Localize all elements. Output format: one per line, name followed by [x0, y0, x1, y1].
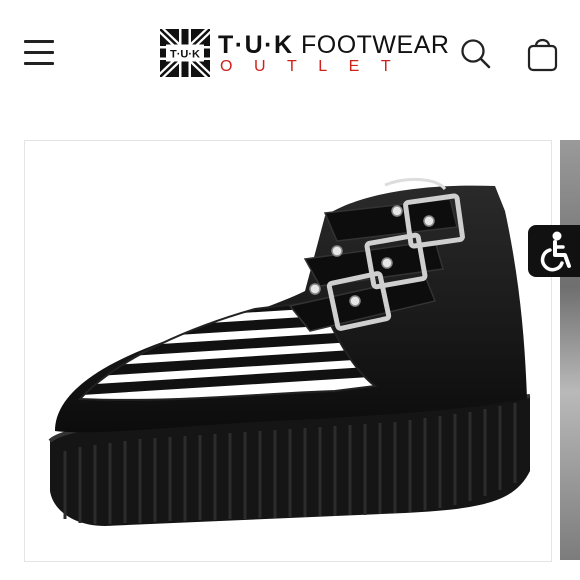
hamburger-menu-icon[interactable]: [22, 36, 56, 68]
union-jack-logo-icon: T·U·K: [160, 29, 210, 77]
shopping-bag-icon[interactable]: [522, 33, 562, 75]
next-product-image-peek[interactable]: [560, 140, 580, 560]
logo-mark-text: T·U·K: [170, 49, 200, 61]
site-header: T·U·K T·U·K FOOTWEAR OUTLET: [0, 0, 580, 110]
site-logo[interactable]: T·U·K T·U·K FOOTWEAR OUTLET: [160, 29, 449, 79]
logo-brand: T·U·K: [218, 31, 294, 59]
product-image-frame[interactable]: [24, 140, 552, 562]
logo-subline: OUTLET: [220, 58, 413, 75]
logo-wordmark: T·U·K FOOTWEAR: [218, 31, 449, 59]
product-image-boot: [48, 177, 531, 526]
search-icon[interactable]: [456, 34, 496, 74]
accessibility-wheelchair-icon[interactable]: [528, 225, 580, 277]
logo-brand-suffix: FOOTWEAR: [300, 31, 450, 59]
